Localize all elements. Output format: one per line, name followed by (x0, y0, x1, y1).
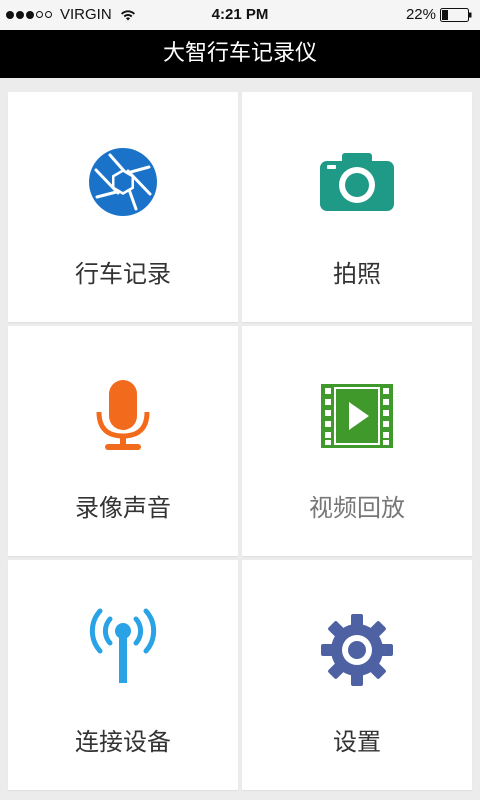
gear-icon (321, 614, 393, 686)
icon-container (242, 142, 472, 222)
battery-icon (440, 7, 472, 22)
battery-percent: 22% (405, 6, 436, 23)
icon-container (8, 142, 238, 222)
page-title: 大智行车记录仪 (162, 41, 317, 66)
menu-item-label: 拍照 (333, 260, 381, 288)
aperture-icon (89, 148, 157, 216)
icon-container (8, 600, 238, 690)
menu-item-settings[interactable]: 设置 (242, 560, 472, 790)
icon-container (8, 376, 238, 456)
app-title-bar: 大智行车记录仪 (0, 30, 480, 78)
menu-item-connect-device[interactable]: 连接设备 (8, 560, 238, 790)
menu-item-video-playback[interactable]: 视频回放 (242, 326, 472, 556)
status-bar: VIRGIN 4:21 PM 22% (0, 0, 480, 30)
status-right: 22% (406, 6, 472, 23)
menu-item-label: 设置 (333, 728, 381, 756)
video-play-icon (321, 384, 393, 448)
menu-item-driving-record[interactable]: 行车记录 (8, 92, 238, 322)
menu-item-label: 录像声音 (75, 494, 171, 522)
antenna-icon (89, 608, 157, 683)
menu-item-label: 视频回放 (309, 494, 405, 522)
menu-item-label: 行车记录 (75, 260, 171, 288)
camera-icon (320, 153, 394, 211)
menu-item-label: 连接设备 (75, 728, 171, 756)
menu-item-take-photo[interactable]: 拍照 (242, 92, 472, 322)
menu-item-record-audio[interactable]: 录像声音 (8, 326, 238, 556)
icon-container (242, 610, 472, 690)
microphone-icon (96, 380, 150, 450)
icon-container (242, 376, 472, 456)
